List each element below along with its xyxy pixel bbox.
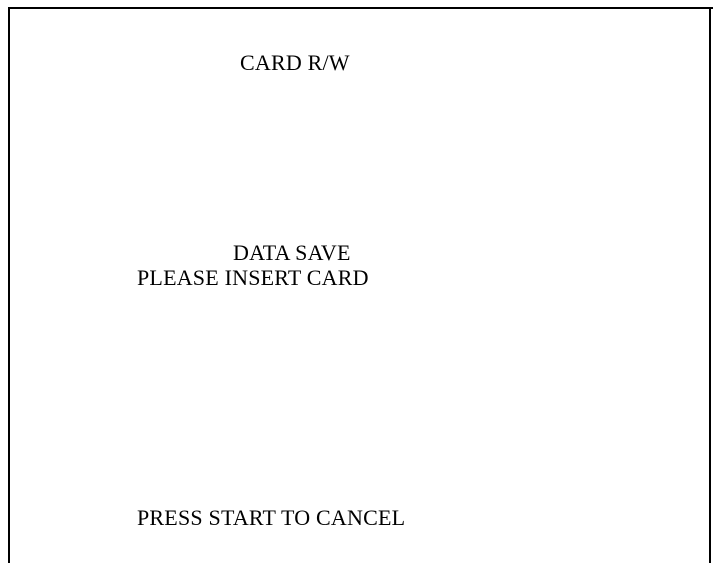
frame-right-border <box>709 7 711 563</box>
screen-title: CARD R/W <box>240 50 350 75</box>
frame-top-border <box>9 7 713 9</box>
instruction-message: PLEASE INSERT CARD <box>137 265 369 290</box>
cancel-prompt: PRESS START TO CANCEL <box>137 505 406 530</box>
status-message: DATA SAVE <box>233 240 351 265</box>
frame-left-border <box>8 7 10 563</box>
card-rw-screen: CARD R/W DATA SAVE PLEASE INSERT CARD PR… <box>0 0 713 563</box>
